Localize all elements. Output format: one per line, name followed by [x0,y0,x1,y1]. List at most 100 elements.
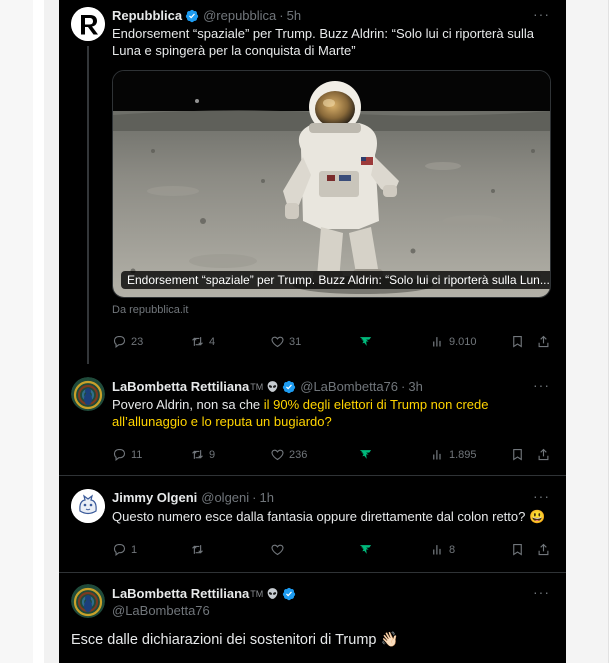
avatar[interactable] [71,489,105,523]
reply-button[interactable]: 23 [112,334,143,349]
timestamp[interactable]: 3h [408,379,422,394]
separator-dot: · [401,379,406,394]
separator-dot: · [279,8,284,23]
verified-badge-icon [185,9,199,22]
tweet-jimmy-reply[interactable]: Jimmy Olgeni @olgeni · 1h ··· Questo num… [59,477,566,573]
grok-icon [359,337,372,346]
views-count: 8 [449,543,456,556]
reply-count: 11 [131,448,143,461]
tweet-header: LaBombetta Rettiliana TM [112,585,296,602]
author-handle[interactable]: @LaBombetta76 [112,603,210,618]
action-bar: 11 9 236 1.895 [112,447,552,465]
page-gutter-right [566,0,613,663]
alien-emoji-icon [267,588,278,599]
tweet-text-highlight: il 90% degli elettori di Trump non crede [263,397,489,412]
reply-icon [113,448,126,461]
analytics-icon [433,545,441,555]
timestamp[interactable]: 5h [287,8,301,23]
more-options-icon[interactable]: ··· [533,584,550,600]
share-button[interactable] [536,447,551,462]
tweet-text-highlight: all’allunaggio e lo reputa un bugiardo? [112,414,332,429]
author-name[interactable]: Repubblica [112,8,182,23]
retweet-button[interactable] [190,542,205,557]
reply-button[interactable]: 11 [112,447,142,462]
tweet-header: LaBombetta Rettiliana TM @LaBombetta76 ·… [112,378,423,395]
page-gutter-shadow [44,0,59,663]
like-button[interactable]: 236 [270,447,307,462]
views-button[interactable]: 9.010 [430,334,477,349]
reply-count: 23 [131,335,144,348]
timestamp[interactable]: 1h [260,490,274,505]
avatar[interactable] [71,584,105,618]
tweet-labombetta-reply[interactable]: LaBombetta Rettiliana TM @LaBombetta76 ·… [59,362,566,476]
more-options-icon[interactable]: ··· [533,377,550,393]
grinning-emoji-icon: 😃 [529,509,546,524]
bookmark-icon [513,543,522,556]
author-name[interactable]: Jimmy Olgeni [112,490,197,505]
tweet-repubblica[interactable]: Repubblica @repubblica · 5h ··· Endorsem… [59,0,566,364]
link-card-title[interactable]: Endorsement “spaziale” per Trump. Buzz A… [121,271,550,289]
avatar[interactable] [71,377,105,411]
bookmark-button[interactable] [510,334,525,349]
like-button[interactable] [270,542,285,557]
share-icon [538,543,549,556]
waving-hand-emoji-icon: 👋🏻 [380,632,399,648]
author-handle[interactable]: @LaBombetta76 [300,379,398,394]
heart-icon [271,544,284,556]
views-count: 9.010 [449,335,477,348]
tweet-text-plain: Povero Aldrin, non sa che [112,397,264,412]
bookmark-button[interactable] [510,542,525,557]
focused-tweet-text: Esce dalle dichiarazioni dei sostenitori… [71,631,399,648]
share-button[interactable] [536,334,551,349]
bookmark-icon [513,448,522,461]
peacock-avatar-icon [71,377,105,411]
link-card-image[interactable]: Endorsement “spaziale” per Trump. Buzz A… [112,70,551,298]
tweet-text: Endorsement “spaziale” per Trump. Buzz A… [112,26,534,58]
reply-button[interactable]: 1 [112,542,137,557]
link-source[interactable]: Da repubblica.it [112,304,188,316]
reply-icon [113,335,126,348]
verified-badge-icon [283,587,296,600]
author-handle[interactable]: @olgeni [201,490,249,505]
scrollbar-edge [608,0,613,663]
retweet-icon [192,450,203,459]
retweet-button[interactable]: 9 [190,447,215,462]
bookmark-button[interactable] [510,447,525,462]
grok-icon [359,545,372,554]
tweet-thread: Repubblica @repubblica · 5h ··· Endorsem… [59,0,566,663]
tweet-labombetta-focused[interactable]: LaBombetta Rettiliana TM @LaBombetta76 ·… [59,573,566,663]
author-name[interactable]: LaBombetta Rettiliana [112,379,249,394]
tweet-text-plain: Questo numero esce dalla fantasia oppure… [112,509,526,524]
thread-line [87,46,89,364]
like-count: 31 [289,335,302,348]
avatar[interactable] [71,7,105,41]
trademark-text: TM [250,588,264,599]
author-name[interactable]: LaBombetta Rettiliana [112,586,249,601]
grok-icon [359,450,372,459]
reply-icon [113,543,126,556]
views-button[interactable]: 8 [430,542,455,557]
retweet-button[interactable]: 4 [190,334,215,349]
more-options-icon[interactable]: ··· [533,488,550,504]
like-count: 236 [289,448,308,461]
like-button[interactable]: 31 [270,334,301,349]
reply-count: 1 [131,543,138,556]
page-gutter-left [0,0,33,663]
more-options-icon[interactable]: ··· [533,6,550,22]
grok-button[interactable] [358,334,373,349]
grok-button[interactable] [358,447,373,462]
action-bar: 23 4 31 9.010 [112,334,552,352]
cartoon-avatar-icon [71,489,105,523]
repubblica-logo-icon [71,7,105,41]
share-icon [538,448,549,461]
heart-icon [271,449,284,461]
share-icon [538,335,549,348]
tweet-handle-row: @LaBombetta76 [112,602,210,619]
retweet-icon [192,337,203,346]
alien-emoji-icon [267,381,278,392]
grok-button[interactable] [358,542,373,557]
author-handle[interactable]: @repubblica [203,8,276,23]
share-button[interactable] [536,542,551,557]
heart-icon [271,336,284,348]
views-button[interactable]: 1.895 [430,447,477,462]
